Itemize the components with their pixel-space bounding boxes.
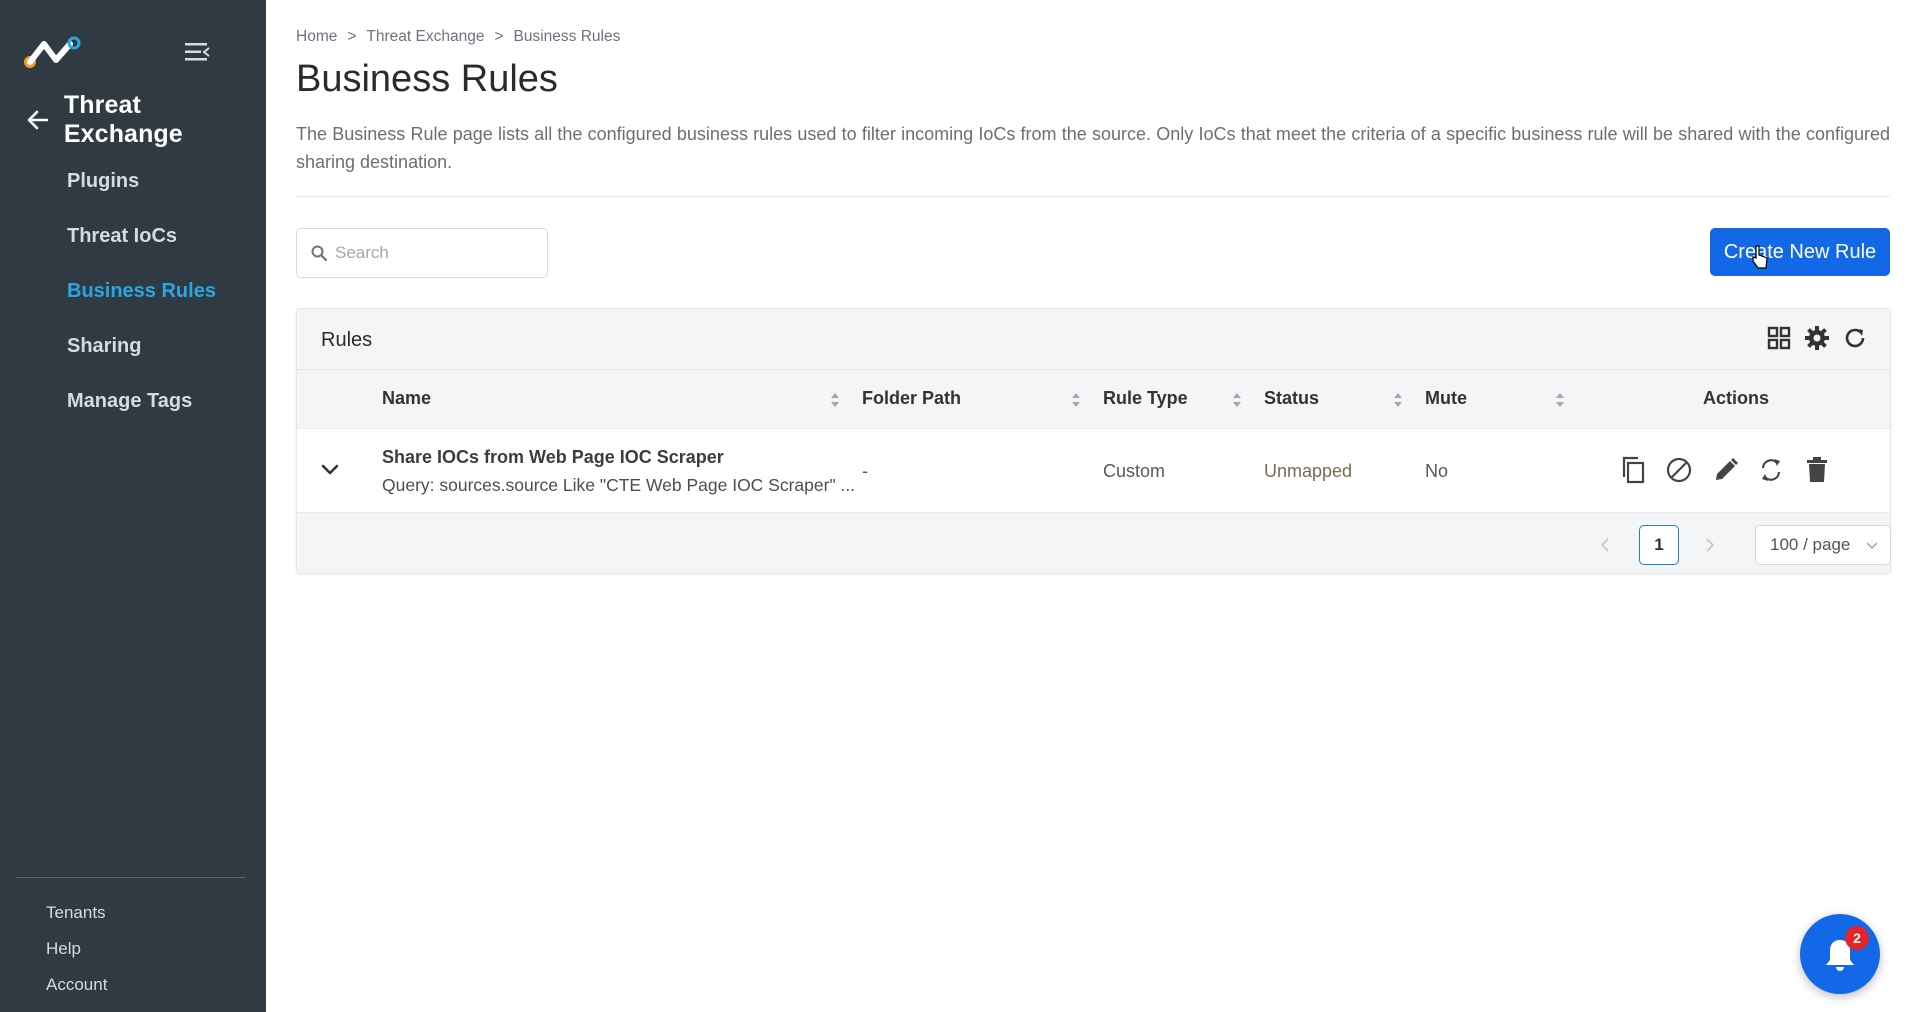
rule-status: Unmapped	[1264, 461, 1353, 481]
sort-icon[interactable]	[1232, 390, 1242, 410]
app-logo[interactable]	[22, 34, 84, 74]
copy-icon[interactable]	[1619, 455, 1647, 485]
notifications-button[interactable]: 2	[1800, 914, 1880, 994]
breadcrumb-business-rules: Business Rules	[513, 28, 621, 45]
sidebar-item-tenants[interactable]: Tenants	[46, 900, 107, 936]
rule-type: Custom	[1103, 461, 1166, 481]
search-icon	[311, 245, 327, 261]
disable-icon[interactable]	[1665, 455, 1693, 485]
sidebar-nav: Plugins Threat IoCs Business Rules Shari…	[67, 162, 216, 437]
sidebar-item-manage-tags[interactable]: Manage Tags	[67, 382, 216, 437]
column-name: Name	[382, 388, 432, 408]
sort-icon[interactable]	[1555, 390, 1565, 410]
chevron-down-icon	[1866, 542, 1878, 550]
row-actions	[1619, 455, 1831, 485]
chevron-left-icon[interactable]	[1599, 537, 1611, 553]
sidebar-bottom-nav: Tenants Help Account	[46, 900, 107, 1008]
rule-name[interactable]: Share IOCs from Web Page IOC Scraper	[382, 447, 724, 468]
page-1-button[interactable]: 1	[1639, 525, 1679, 565]
chevron-down-icon[interactable]	[321, 463, 339, 477]
rules-card-tools	[1766, 325, 1868, 351]
sidebar-section-title: Threat Exchange	[63, 91, 183, 148]
page-title: Business Rules	[296, 58, 558, 100]
search-box[interactable]	[296, 228, 548, 278]
sidebar-item-plugins[interactable]: Plugins	[67, 162, 216, 217]
chevron-right-icon[interactable]	[1704, 537, 1716, 553]
back-to-threat-exchange[interactable]: Threat Exchange	[26, 91, 266, 148]
sidebar-item-threat-iocs[interactable]: Threat IoCs	[67, 217, 216, 272]
notification-count-badge: 2	[1845, 926, 1869, 950]
page-size-value: 100 / page	[1770, 535, 1851, 554]
rule-folder-path: -	[862, 461, 868, 481]
grid-view-icon[interactable]	[1766, 325, 1792, 351]
column-mute: Mute	[1425, 388, 1467, 408]
sidebar-item-account[interactable]: Account	[46, 972, 107, 1008]
breadcrumb-separator: >	[494, 28, 504, 45]
sort-icon[interactable]	[830, 390, 840, 410]
main-content: Home > Threat Exchange > Business Rules …	[296, 0, 1891, 1012]
edit-icon[interactable]	[1711, 455, 1739, 485]
column-status: Status	[1264, 388, 1320, 408]
breadcrumb-threat-exchange[interactable]: Threat Exchange	[366, 28, 484, 46]
breadcrumb-home[interactable]: Home	[296, 28, 337, 46]
sidebar-item-sharing[interactable]: Sharing	[67, 327, 216, 382]
sidebar-item-help[interactable]: Help	[46, 936, 107, 972]
table-header: Name Folder Path Rule Type Status Mute A…	[297, 369, 1890, 428]
rule-query: Query: sources.source Like "CTE Web Page…	[382, 475, 856, 495]
refresh-icon[interactable]	[1842, 325, 1868, 351]
column-rule-type: Rule Type	[1103, 388, 1188, 408]
create-new-rule-button[interactable]: Create New Rule	[1710, 228, 1890, 276]
search-input[interactable]	[335, 243, 535, 263]
sync-icon[interactable]	[1757, 455, 1785, 485]
sort-icon[interactable]	[1393, 390, 1403, 410]
page-description: The Business Rule page lists all the con…	[296, 124, 1890, 172]
breadcrumb: Home > Threat Exchange > Business Rules	[296, 28, 620, 46]
column-folder-path: Folder Path	[862, 388, 962, 408]
header-divider	[296, 196, 1890, 197]
rule-mute: No	[1425, 461, 1449, 481]
sidebar-item-business-rules[interactable]: Business Rules	[67, 272, 216, 327]
rules-card: Rules Name Folder Path Rule Type Status …	[296, 308, 1891, 574]
menu-collapse-icon[interactable]	[183, 40, 211, 64]
rules-card-title: Rules	[321, 329, 373, 351]
rules-card-header: Rules	[297, 309, 1890, 369]
page-size-select[interactable]: 100 / page	[1755, 525, 1891, 565]
breadcrumb-separator: >	[347, 28, 357, 45]
column-actions: Actions	[1703, 388, 1770, 408]
table-row: Share IOCs from Web Page IOC Scraper Que…	[297, 428, 1890, 513]
trash-icon[interactable]	[1803, 455, 1831, 485]
back-arrow-icon	[27, 110, 49, 130]
gear-icon[interactable]	[1804, 325, 1830, 351]
pagination: 1 100 / page	[297, 525, 1891, 565]
sidebar: Threat Exchange Plugins Threat IoCs Busi…	[0, 0, 266, 1012]
sort-icon[interactable]	[1071, 390, 1081, 410]
sidebar-divider	[16, 877, 246, 878]
